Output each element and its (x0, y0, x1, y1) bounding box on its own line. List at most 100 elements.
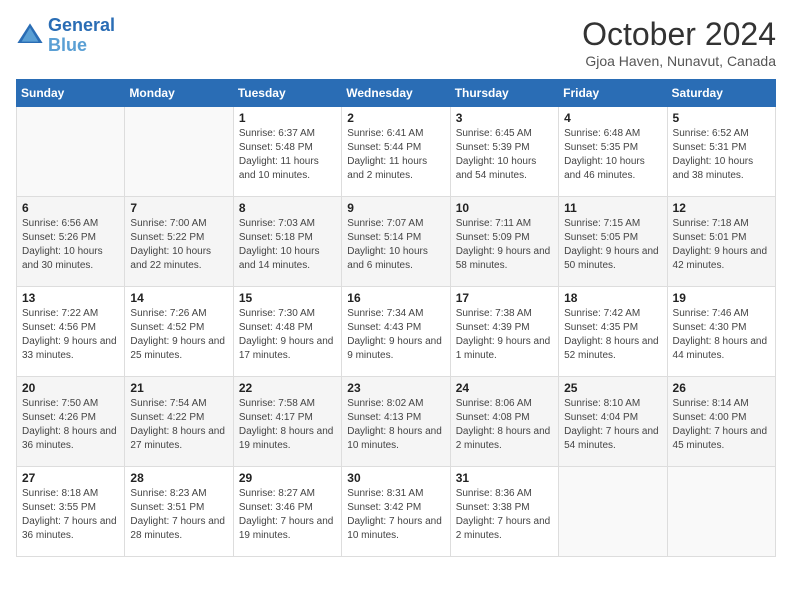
day-detail: Sunrise: 6:41 AM Sunset: 5:44 PM Dayligh… (347, 127, 444, 183)
title-block: October 2024 Gjoa Haven, Nunavut, Canada (582, 16, 776, 69)
calendar-cell (559, 467, 667, 557)
day-number: 17 (456, 291, 553, 305)
day-detail: Sunrise: 7:46 AM Sunset: 4:30 PM Dayligh… (673, 307, 770, 363)
calendar-cell: 10 Sunrise: 7:11 AM Sunset: 5:09 PM Dayli… (450, 197, 558, 287)
day-detail: Sunrise: 7:30 AM Sunset: 4:48 PM Dayligh… (239, 307, 336, 363)
calendar-cell: 2Sunrise: 6:41 AM Sunset: 5:44 PM Daylig… (342, 107, 450, 197)
day-number: 24 (456, 381, 553, 395)
calendar-cell: 22 Sunrise: 7:58 AM Sunset: 4:17 PM Dayli… (233, 377, 341, 467)
calendar-cell: 8Sunrise: 7:03 AM Sunset: 5:18 PM Daylig… (233, 197, 341, 287)
logo-icon (16, 22, 44, 50)
day-detail: Sunrise: 6:48 AM Sunset: 5:35 PM Dayligh… (564, 127, 661, 183)
calendar-cell: 21 Sunrise: 7:54 AM Sunset: 4:22 PM Dayli… (125, 377, 233, 467)
day-detail: Sunrise: 7:11 AM Sunset: 5:09 PM Dayligh… (456, 217, 553, 273)
calendar-cell: 27Sunrise: 8:18 AM Sunset: 3:55 PM Dayli… (17, 467, 125, 557)
header-wednesday: Wednesday (342, 80, 450, 107)
day-number: 19 (673, 291, 770, 305)
calendar-cell: 11Sunrise: 7:15 AM Sunset: 5:05 PM Dayli… (559, 197, 667, 287)
day-detail: Sunrise: 8:27 AM Sunset: 3:46 PM Dayligh… (239, 487, 336, 543)
day-detail: Sunrise: 7:00 AM Sunset: 5:22 PM Dayligh… (130, 217, 227, 273)
calendar-cell: 20Sunrise: 7:50 AM Sunset: 4:26 PM Dayli… (17, 377, 125, 467)
day-number: 1 (239, 111, 336, 125)
calendar-cell (125, 107, 233, 197)
day-detail: Sunrise: 7:50 AM Sunset: 4:26 PM Dayligh… (22, 397, 119, 453)
header-tuesday: Tuesday (233, 80, 341, 107)
header-thursday: Thursday (450, 80, 558, 107)
day-detail: Sunrise: 8:06 AM Sunset: 4:08 PM Dayligh… (456, 397, 553, 453)
day-detail: Sunrise: 7:15 AM Sunset: 5:05 PM Dayligh… (564, 217, 661, 273)
week-row-1: 6Sunrise: 6:56 AM Sunset: 5:26 PM Daylig… (17, 197, 776, 287)
day-number: 16 (347, 291, 444, 305)
week-row-4: 27Sunrise: 8:18 AM Sunset: 3:55 PM Dayli… (17, 467, 776, 557)
calendar-cell: 18 Sunrise: 7:42 AM Sunset: 4:35 PM Dayli… (559, 287, 667, 377)
day-detail: Sunrise: 7:22 AM Sunset: 4:56 PM Dayligh… (22, 307, 119, 363)
day-number: 25 (564, 381, 661, 395)
calendar-cell: 3 Sunrise: 6:45 AM Sunset: 5:39 PM Daylig… (450, 107, 558, 197)
week-row-2: 13Sunrise: 7:22 AM Sunset: 4:56 PM Dayli… (17, 287, 776, 377)
day-number: 10 (456, 201, 553, 215)
month-title: October 2024 (582, 16, 776, 53)
day-number: 26 (673, 381, 770, 395)
calendar-cell: 23 Sunrise: 8:02 AM Sunset: 4:13 PM Dayli… (342, 377, 450, 467)
day-detail: Sunrise: 8:02 AM Sunset: 4:13 PM Dayligh… (347, 397, 444, 453)
day-detail: Sunrise: 6:45 AM Sunset: 5:39 PM Dayligh… (456, 127, 553, 183)
calendar-cell: 25 Sunrise: 8:10 AM Sunset: 4:04 PM Dayli… (559, 377, 667, 467)
header-monday: Monday (125, 80, 233, 107)
day-detail: Sunrise: 8:23 AM Sunset: 3:51 PM Dayligh… (130, 487, 227, 543)
day-number: 3 (456, 111, 553, 125)
calendar-cell: 1 Sunrise: 6:37 AM Sunset: 5:48 PM Daylig… (233, 107, 341, 197)
calendar-cell: 14 Sunrise: 7:26 AM Sunset: 4:52 PM Dayli… (125, 287, 233, 377)
calendar-cell (667, 467, 775, 557)
day-detail: Sunrise: 6:37 AM Sunset: 5:48 PM Dayligh… (239, 127, 336, 183)
day-detail: Sunrise: 7:34 AM Sunset: 4:43 PM Dayligh… (347, 307, 444, 363)
day-detail: Sunrise: 7:26 AM Sunset: 4:52 PM Dayligh… (130, 307, 227, 363)
day-number: 18 (564, 291, 661, 305)
calendar-table: SundayMondayTuesdayWednesdayThursdayFrid… (16, 79, 776, 557)
day-number: 4 (564, 111, 661, 125)
day-number: 5 (673, 111, 770, 125)
calendar-cell: 26 Sunrise: 8:14 AM Sunset: 4:00 PM Dayli… (667, 377, 775, 467)
day-number: 21 (130, 381, 227, 395)
page-header: General Blue October 2024 Gjoa Haven, Nu… (16, 16, 776, 69)
day-detail: Sunrise: 8:14 AM Sunset: 4:00 PM Dayligh… (673, 397, 770, 453)
calendar-cell: 12Sunrise: 7:18 AM Sunset: 5:01 PM Dayli… (667, 197, 775, 287)
day-detail: Sunrise: 7:18 AM Sunset: 5:01 PM Dayligh… (673, 217, 770, 273)
day-number: 6 (22, 201, 119, 215)
logo: General Blue (16, 16, 115, 56)
day-number: 22 (239, 381, 336, 395)
calendar-cell: 19 Sunrise: 7:46 AM Sunset: 4:30 PM Dayli… (667, 287, 775, 377)
calendar-cell: 9Sunrise: 7:07 AM Sunset: 5:14 PM Daylig… (342, 197, 450, 287)
header-row: SundayMondayTuesdayWednesdayThursdayFrid… (17, 80, 776, 107)
calendar-cell: 24 Sunrise: 8:06 AM Sunset: 4:08 PM Dayli… (450, 377, 558, 467)
location: Gjoa Haven, Nunavut, Canada (582, 53, 776, 69)
week-row-0: 1 Sunrise: 6:37 AM Sunset: 5:48 PM Daylig… (17, 107, 776, 197)
calendar-body: 1 Sunrise: 6:37 AM Sunset: 5:48 PM Daylig… (17, 107, 776, 557)
calendar-cell: 30Sunrise: 8:31 AM Sunset: 3:42 PM Dayli… (342, 467, 450, 557)
day-number: 8 (239, 201, 336, 215)
calendar-cell: 7 Sunrise: 7:00 AM Sunset: 5:22 PM Daylig… (125, 197, 233, 287)
day-detail: Sunrise: 7:58 AM Sunset: 4:17 PM Dayligh… (239, 397, 336, 453)
day-number: 28 (130, 471, 227, 485)
day-number: 23 (347, 381, 444, 395)
day-detail: Sunrise: 8:36 AM Sunset: 3:38 PM Dayligh… (456, 487, 553, 543)
calendar-cell (17, 107, 125, 197)
day-number: 27 (22, 471, 119, 485)
day-number: 14 (130, 291, 227, 305)
calendar-header: SundayMondayTuesdayWednesdayThursdayFrid… (17, 80, 776, 107)
calendar-cell: 28 Sunrise: 8:23 AM Sunset: 3:51 PM Dayli… (125, 467, 233, 557)
calendar-cell: 4 Sunrise: 6:48 AM Sunset: 5:35 PM Daylig… (559, 107, 667, 197)
header-sunday: Sunday (17, 80, 125, 107)
day-number: 9 (347, 201, 444, 215)
logo-line2: Blue (48, 35, 87, 55)
day-detail: Sunrise: 6:52 AM Sunset: 5:31 PM Dayligh… (673, 127, 770, 183)
week-row-3: 20Sunrise: 7:50 AM Sunset: 4:26 PM Dayli… (17, 377, 776, 467)
calendar-cell: 13Sunrise: 7:22 AM Sunset: 4:56 PM Dayli… (17, 287, 125, 377)
header-saturday: Saturday (667, 80, 775, 107)
day-detail: Sunrise: 7:42 AM Sunset: 4:35 PM Dayligh… (564, 307, 661, 363)
day-detail: Sunrise: 7:38 AM Sunset: 4:39 PM Dayligh… (456, 307, 553, 363)
logo-line1: General (48, 15, 115, 35)
day-number: 7 (130, 201, 227, 215)
calendar-cell: 5 Sunrise: 6:52 AM Sunset: 5:31 PM Daylig… (667, 107, 775, 197)
day-detail: Sunrise: 8:10 AM Sunset: 4:04 PM Dayligh… (564, 397, 661, 453)
day-detail: Sunrise: 7:54 AM Sunset: 4:22 PM Dayligh… (130, 397, 227, 453)
